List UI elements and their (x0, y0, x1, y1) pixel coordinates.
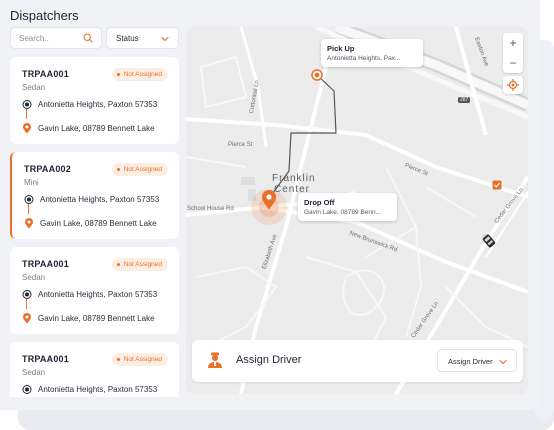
dispatchers-panel: Dispatchers Status TRPAA001 Sedan Not As… (0, 0, 540, 410)
pickup-popup-address: Antonietta Heights, Pax... (327, 55, 401, 62)
pickup-point-icon (22, 385, 32, 394)
assign-driver-dropdown[interactable]: Assign Driver (437, 349, 517, 372)
car-icon[interactable] (482, 234, 496, 248)
pickup-row: Antonietta Heights, Paxton 57353 (22, 289, 172, 301)
search-box[interactable] (10, 27, 102, 49)
dropoff-address: Gavin Lake, 08789 Bennett Lake (38, 124, 155, 133)
trip-id: TRPAA001 (22, 354, 69, 364)
route-shield: 287 (458, 97, 471, 103)
zoom-out-button[interactable]: − (503, 53, 523, 73)
map-view[interactable]: Pierce St Pierce St School House Rd Eliz… (186, 27, 528, 394)
search-input[interactable] (19, 31, 79, 45)
trip-id: TRPAA001 (22, 69, 69, 79)
dropoff-popup-address: Gavin Lake, 08789 Benn... (304, 209, 381, 216)
dropoff-row: Gavin Lake, 08789 Bennett Lake (22, 313, 172, 325)
trip-card-selected[interactable]: TRPAA002 Mini Not Assigned Antonietta He… (10, 152, 179, 239)
chevron-down-icon (161, 36, 169, 42)
map-pin-icon (23, 123, 31, 134)
vehicle-type: Mini (24, 178, 39, 187)
status-badge: Not Assigned (111, 163, 168, 176)
assign-driver-label: Assign Driver (236, 354, 302, 366)
pickup-row: Antonietta Heights, Paxton 57353 (22, 99, 172, 111)
vehicle-type: Sedan (22, 83, 46, 92)
route-connector (28, 204, 29, 214)
status-badge: Not Assigned (111, 353, 168, 366)
trip-id: TRPAA001 (22, 259, 69, 269)
dropoff-row: Gavin Lake, 08789 Bennett Lake (22, 123, 172, 135)
chevron-down-icon (499, 359, 507, 365)
map-pin-icon (23, 313, 31, 324)
trip-list[interactable]: TRPAA001 Sedan Not Assigned Antonietta H… (10, 57, 179, 397)
checkbox-marker-icon[interactable] (492, 180, 502, 190)
page-title: Dispatchers (10, 8, 79, 23)
trip-card[interactable]: TRPAA001 Sedan Not Assigned Antonietta H… (10, 342, 179, 397)
pickup-point-icon (22, 100, 32, 109)
search-icon[interactable] (83, 33, 93, 43)
pickup-popup-title: Pick Up (327, 44, 355, 53)
dropoff-marker-icon[interactable] (261, 190, 277, 210)
pickup-point-icon (24, 195, 34, 204)
locate-button[interactable] (503, 76, 523, 94)
pickup-popup[interactable]: Pick Up Antonietta Heights, Pax... (321, 39, 423, 67)
map-pin-icon (25, 218, 33, 229)
route-connector (26, 299, 27, 309)
zoom-controls: + − (503, 33, 523, 73)
route-connector (26, 109, 27, 119)
street-label: School House Rd (187, 206, 234, 212)
pickup-marker-icon[interactable] (311, 69, 323, 81)
vehicle-type: Sedan (22, 273, 46, 282)
status-filter-dropdown[interactable]: Status (106, 27, 179, 49)
status-badge: Not Assigned (111, 258, 168, 271)
zoom-in-button[interactable]: + (503, 33, 523, 53)
status-badge: Not Assigned (111, 68, 168, 81)
dropoff-popup-title: Drop Off (304, 198, 335, 207)
dropoff-row: Gavin Lake, 08789 Bennett Lake (24, 218, 174, 230)
dropoff-popup[interactable]: Drop Off Gavin Lake, 08789 Benn... (298, 193, 397, 221)
pickup-address: Antonietta Heights, Paxton 57353 (38, 385, 158, 394)
crosshair-icon (507, 79, 519, 91)
street-label: Pierce St (228, 142, 253, 148)
pickup-address: Antonietta Heights, Paxton 57353 (40, 195, 160, 204)
trip-id: TRPAA002 (24, 164, 71, 174)
pickup-point-icon (22, 290, 32, 299)
vehicle-type: Sedan (22, 368, 46, 377)
dropoff-address: Gavin Lake, 08789 Bennett Lake (40, 219, 157, 228)
pickup-row: Antonietta Heights, Paxton 57353 (24, 194, 174, 206)
pickup-address: Antonietta Heights, Paxton 57353 (38, 100, 158, 109)
town-label: Franklin (272, 173, 316, 184)
trip-card[interactable]: TRPAA001 Sedan Not Assigned Antonietta H… (10, 247, 179, 334)
pickup-address: Antonietta Heights, Paxton 57353 (38, 290, 158, 299)
pickup-row: Antonietta Heights, Paxton 57353 (22, 384, 172, 396)
dropoff-address: Gavin Lake, 08789 Bennett Lake (38, 314, 155, 323)
driver-avatar-icon (208, 352, 222, 368)
assign-driver-bar: Assign Driver Assign Driver (192, 340, 523, 382)
status-filter-label: Status (116, 34, 139, 43)
trip-card[interactable]: TRPAA001 Sedan Not Assigned Antonietta H… (10, 57, 179, 144)
assign-driver-dropdown-label: Assign Driver (448, 357, 493, 366)
